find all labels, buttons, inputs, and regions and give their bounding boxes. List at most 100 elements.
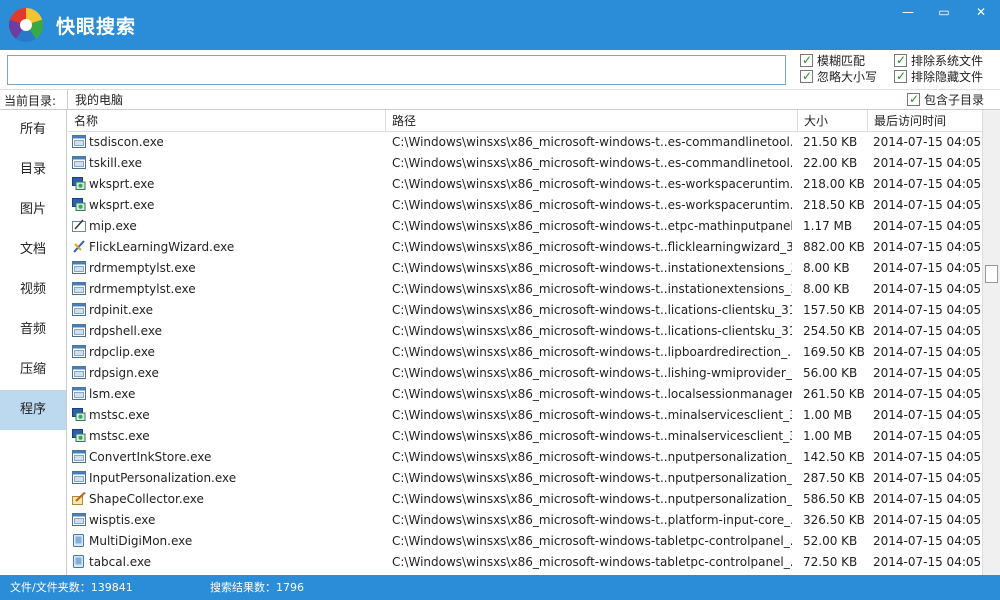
file-name: ConvertInkStore.exe	[89, 450, 212, 464]
table-row[interactable]: ConvertInkStore.exe C:\Windows\winsxs\x86…	[68, 447, 982, 468]
sidebar-item-audio[interactable]: 音频	[0, 310, 66, 350]
ignore-case-label: 忽略大小写	[817, 70, 878, 84]
table-row[interactable]: rdrmemptylst.exe C:\Windows\winsxs\x86_mi…	[68, 258, 982, 279]
fuzzy-match-label: 模糊匹配	[817, 54, 866, 68]
cell-name: rdpshell.exe	[68, 321, 386, 342]
table-row[interactable]: wksprt.exe C:\Windows\winsxs\x86_microsof…	[68, 174, 982, 195]
table-row[interactable]: lsm.exe C:\Windows\winsxs\x86_microsoft-w…	[68, 384, 982, 405]
app-window-icon	[72, 449, 86, 463]
cell-size: 1.00 MB	[803, 408, 853, 422]
sidebar-item-archives[interactable]: 压缩	[0, 350, 66, 390]
exclude-system-files-checkbox[interactable]: 排除系统文件	[894, 52, 998, 69]
file-name: wksprt.exe	[89, 177, 155, 191]
cell-path: C:\Windows\winsxs\x86_microsoft-windows-…	[392, 387, 792, 401]
column-header-path[interactable]: 路径	[386, 110, 798, 132]
file-name: mstsc.exe	[89, 408, 150, 422]
cell-size: 287.50 KB	[803, 471, 865, 485]
table-row[interactable]: tabcal.exe C:\Windows\winsxs\x86_microsof…	[68, 552, 982, 573]
table-body: tsdiscon.exe C:\Windows\winsxs\x86_micros…	[68, 132, 982, 573]
cell-size: 261.50 KB	[803, 387, 865, 401]
cell-size: 8.00 KB	[803, 282, 850, 296]
cell-name: rdrmemptylst.exe	[68, 258, 386, 279]
cell-name: rdpsign.exe	[68, 363, 386, 384]
results-count: 搜索结果数：1796	[210, 581, 304, 594]
table-row[interactable]: mstsc.exe C:\Windows\winsxs\x86_microsoft…	[68, 405, 982, 426]
cell-time: 2014-07-15 04:05	[873, 219, 982, 233]
fuzzy-match-checkbox[interactable]: 模糊匹配	[800, 52, 890, 69]
vertical-scrollbar[interactable]	[982, 110, 1000, 575]
table-row[interactable]: tskill.exe C:\Windows\winsxs\x86_microsof…	[68, 153, 982, 174]
current-directory-label: 当前目录:	[4, 94, 57, 108]
cell-path: C:\Windows\winsxs\x86_microsoft-windows-…	[392, 429, 792, 443]
cell-time: 2014-07-15 04:05	[873, 156, 982, 170]
table-row[interactable]: ShapeCollector.exe C:\Windows\winsxs\x86_…	[68, 489, 982, 510]
include-subdirs-checkbox[interactable]: 包含子目录	[907, 91, 999, 108]
cell-time: 2014-07-15 04:05	[873, 198, 982, 212]
cell-time: 2014-07-15 04:05	[873, 408, 982, 422]
table-header: 名称 路径 大小 最后访问时间	[68, 110, 982, 132]
file-name: tabcal.exe	[89, 555, 152, 569]
cell-size: 586.50 KB	[803, 492, 865, 506]
table-row[interactable]: rdpclip.exe C:\Windows\winsxs\x86_microso…	[68, 342, 982, 363]
cell-time: 2014-07-15 04:05	[873, 366, 982, 380]
app-window-icon	[72, 323, 86, 337]
maximize-button[interactable]: ▭	[926, 0, 962, 24]
column-header-time[interactable]: 最后访问时间	[868, 110, 982, 132]
app-window-icon	[72, 302, 86, 316]
table-row[interactable]: tsdiscon.exe C:\Windows\winsxs\x86_micros…	[68, 132, 982, 153]
app-window-icon	[72, 155, 86, 169]
sidebar-item-images[interactable]: 图片	[0, 190, 66, 230]
remote-app-icon	[72, 428, 86, 442]
sidebar-item-documents[interactable]: 文档	[0, 230, 66, 270]
sidebar-item-all[interactable]: 所有	[0, 110, 66, 150]
cell-time: 2014-07-15 04:05	[873, 177, 982, 191]
column-header-name[interactable]: 名称	[68, 110, 386, 132]
table-row[interactable]: InputPersonalization.exe C:\Windows\winsx…	[68, 468, 982, 489]
cell-path: C:\Windows\winsxs\x86_microsoft-windows-…	[392, 156, 792, 170]
checkbox-checked-icon[interactable]	[800, 68, 813, 84]
checkbox-checked-icon[interactable]	[894, 52, 907, 68]
cell-name: InputPersonalization.exe	[68, 468, 386, 489]
minimize-button[interactable]: —	[890, 0, 926, 24]
checkbox-checked-icon[interactable]	[800, 52, 813, 68]
remote-app-icon	[72, 197, 86, 211]
cell-name: MultiDigiMon.exe	[68, 531, 386, 552]
app-window-icon	[72, 386, 86, 400]
scrollbar-thumb[interactable]	[985, 265, 998, 283]
table-row[interactable]: FlickLearningWizard.exe C:\Windows\winsxs…	[68, 237, 982, 258]
cell-path: C:\Windows\winsxs\x86_microsoft-windows-…	[392, 366, 792, 380]
cell-size: 72.50 KB	[803, 555, 858, 569]
flick-pen-icon	[72, 239, 86, 253]
cell-size: 56.00 KB	[803, 366, 858, 380]
cell-size: 882.00 KB	[803, 240, 865, 254]
checkbox-checked-icon[interactable]	[894, 68, 907, 84]
table-row[interactable]: rdpshell.exe C:\Windows\winsxs\x86_micros…	[68, 321, 982, 342]
cell-size: 157.50 KB	[803, 303, 865, 317]
cell-time: 2014-07-15 04:05	[873, 534, 982, 548]
checkbox-checked-icon[interactable]	[907, 91, 920, 107]
file-name: lsm.exe	[89, 387, 136, 401]
column-header-size[interactable]: 大小	[798, 110, 868, 132]
table-row[interactable]: wisptis.exe C:\Windows\winsxs\x86_microso…	[68, 510, 982, 531]
cell-size: 22.00 KB	[803, 156, 858, 170]
table-row[interactable]: mip.exe C:\Windows\winsxs\x86_microsoft-w…	[68, 216, 982, 237]
search-input[interactable]	[7, 55, 786, 85]
table-row[interactable]: rdrmemptylst.exe C:\Windows\winsxs\x86_mi…	[68, 279, 982, 300]
sidebar-item-video[interactable]: 视频	[0, 270, 66, 310]
table-row[interactable]: rdpinit.exe C:\Windows\winsxs\x86_microso…	[68, 300, 982, 321]
exclude-hidden-files-checkbox[interactable]: 排除隐藏文件	[894, 68, 998, 85]
sidebar-item-directories[interactable]: 目录	[0, 150, 66, 190]
table-row[interactable]: mstsc.exe C:\Windows\winsxs\x86_microsoft…	[68, 426, 982, 447]
ignore-case-checkbox[interactable]: 忽略大小写	[800, 68, 890, 85]
cell-name: rdpinit.exe	[68, 300, 386, 321]
table-row[interactable]: wksprt.exe C:\Windows\winsxs\x86_microsof…	[68, 195, 982, 216]
cell-size: 254.50 KB	[803, 324, 865, 338]
table-row[interactable]: rdpsign.exe C:\Windows\winsxs\x86_microso…	[68, 363, 982, 384]
table-row[interactable]: MultiDigiMon.exe C:\Windows\winsxs\x86_mi…	[68, 531, 982, 552]
close-button[interactable]: ✕	[962, 0, 1000, 24]
sidebar-item-programs[interactable]: 程序	[0, 390, 66, 430]
current-directory-value[interactable]: 我的电脑	[67, 90, 901, 110]
cell-time: 2014-07-15 04:05	[873, 555, 982, 569]
file-name: rdpshell.exe	[89, 324, 162, 338]
cell-path: C:\Windows\winsxs\x86_microsoft-windows-…	[392, 492, 792, 506]
